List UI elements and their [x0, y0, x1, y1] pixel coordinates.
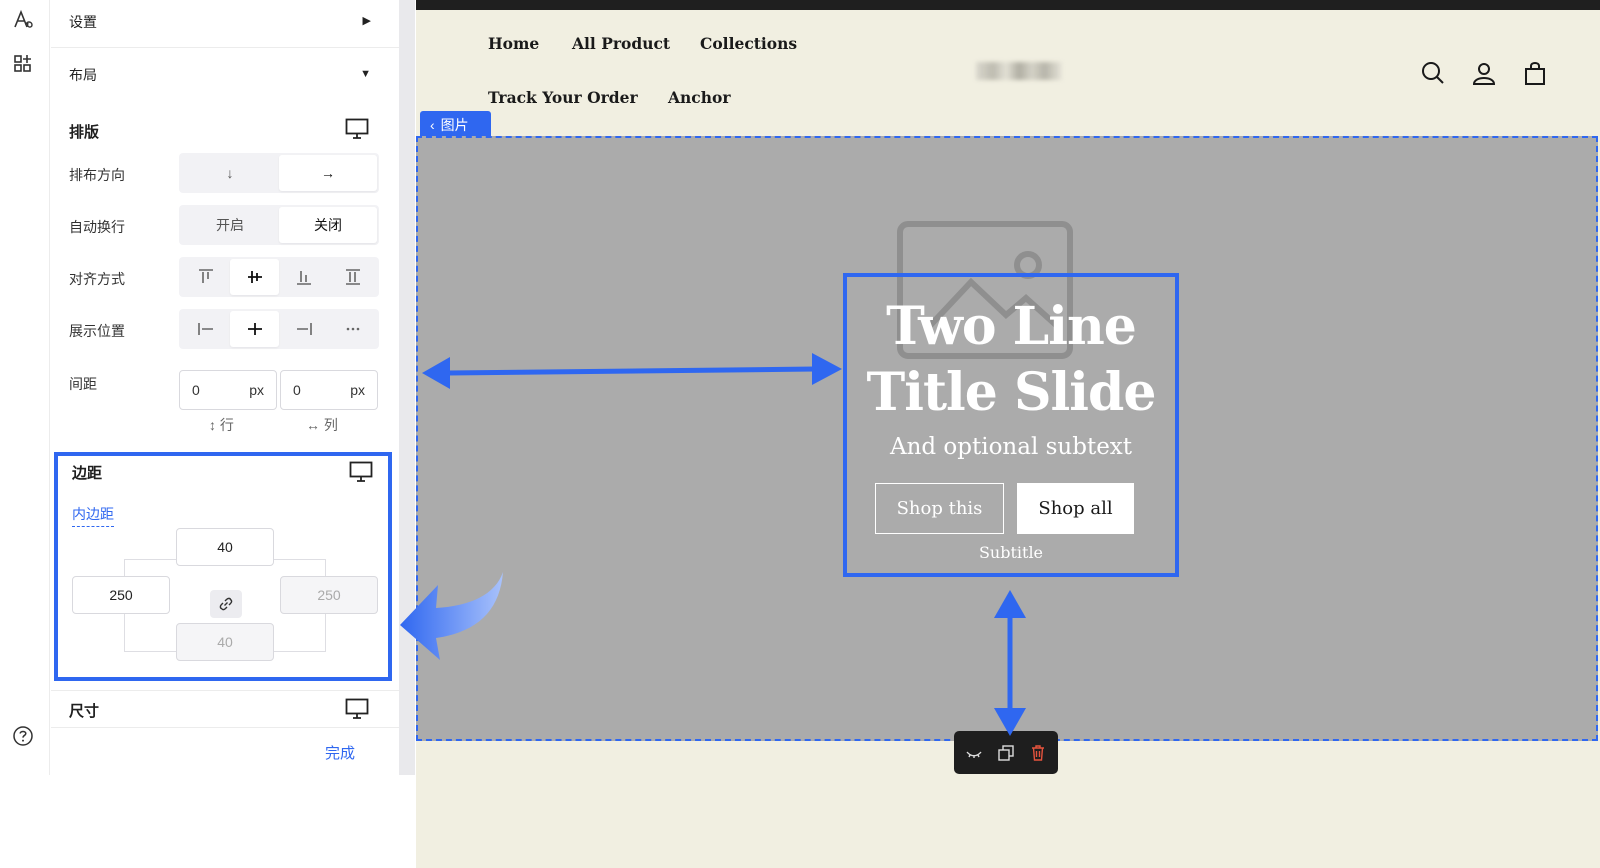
slide-title-line1: Two Line [886, 296, 1137, 357]
margin-section: 边距 内边距 40 250 250 40 [54, 452, 392, 681]
settings-panel: 设置 ▶ 布局 ▼ 排版 排布方向 ↓ → 自动换行 开启 关闭 对齐方式 展示… [51, 0, 399, 775]
align-stretch-icon[interactable] [328, 259, 377, 295]
desktop-icon[interactable] [345, 118, 369, 140]
slide-title: Two Line Title Slide [839, 294, 1183, 426]
gap-label: 间距 [69, 376, 97, 392]
nav-all-product[interactable]: All Product [572, 34, 670, 53]
wrap-toggle: 开启 关闭 [179, 205, 379, 245]
desktop-icon[interactable] [349, 461, 373, 483]
size-title: 尺寸 [69, 703, 100, 720]
nav-collections[interactable]: Collections [700, 34, 797, 53]
add-section-icon[interactable] [11, 52, 35, 76]
direction-horizontal-option[interactable]: → [279, 155, 377, 191]
wrap-label: 自动换行 [69, 219, 125, 235]
horizontal-arrow-icon: ↔ [306, 417, 324, 433]
wrap-on-option[interactable]: 开启 [181, 207, 279, 243]
block-toolbar [954, 731, 1058, 774]
divider [51, 690, 399, 691]
divider [51, 47, 399, 48]
slide-caption: Subtitle [978, 543, 1044, 562]
text-style-icon[interactable] [11, 8, 35, 32]
done-button[interactable]: 完成 [325, 742, 355, 763]
column-gap-caption: ↔ 列 [306, 415, 338, 435]
nav-track-order[interactable]: Track Your Order [488, 88, 638, 107]
column-gap-unit: px [350, 382, 365, 398]
delete-icon[interactable] [1029, 744, 1047, 762]
hide-icon[interactable] [965, 744, 983, 762]
position-start-icon[interactable] [181, 311, 230, 347]
row-gap-value: 0 [192, 382, 200, 398]
position-more-icon[interactable] [328, 311, 377, 347]
layout-row-label[interactable]: 布局 [69, 65, 97, 85]
row-gap-input[interactable]: 0 px [179, 370, 277, 410]
row-gap-caption-text: 行 [219, 417, 234, 433]
column-gap-value: 0 [293, 382, 301, 398]
chevron-right-icon[interactable]: ▶ [363, 14, 371, 27]
typesetting-title: 排版 [69, 124, 100, 141]
row-gap-unit: px [249, 382, 264, 398]
slide-title-line2: Title Slide [866, 362, 1157, 423]
icon-rail [0, 0, 50, 775]
row-gap-caption: ↕ 行 [209, 415, 234, 435]
margin-title: 边距 [72, 465, 103, 482]
chevron-down-icon[interactable]: ▼ [360, 68, 371, 80]
align-center-icon[interactable] [230, 259, 279, 295]
panel-scrollbar[interactable] [399, 0, 415, 775]
settings-row-label[interactable]: 设置 [69, 12, 97, 32]
padding-right-input[interactable]: 250 [280, 576, 378, 614]
align-label: 对齐方式 [69, 271, 125, 287]
position-toggle [179, 309, 379, 349]
vertical-arrow-icon: ↕ [209, 417, 220, 433]
cart-icon[interactable] [1522, 60, 1548, 86]
image-block-tab[interactable]: ‹ 图片 [420, 111, 491, 138]
nav-anchor[interactable]: Anchor [668, 88, 731, 107]
padding-tab[interactable]: 内边距 [72, 504, 114, 527]
align-bottom-icon[interactable] [279, 259, 328, 295]
position-end-icon[interactable] [279, 311, 328, 347]
duplicate-icon[interactable] [997, 744, 1015, 762]
announcement-bar [416, 0, 1600, 10]
column-gap-input[interactable]: 0 px [280, 370, 378, 410]
shop-this-button[interactable]: Shop this [875, 483, 1004, 534]
shop-all-button[interactable]: Shop all [1017, 483, 1134, 534]
padding-left-input[interactable]: 250 [72, 576, 170, 614]
account-icon[interactable] [1471, 60, 1497, 86]
search-icon[interactable] [1420, 60, 1446, 86]
nav-home[interactable]: Home [488, 34, 539, 53]
align-top-icon[interactable] [181, 259, 230, 295]
direction-toggle: ↓ → [179, 153, 379, 193]
position-label: 展示位置 [69, 323, 125, 339]
slide-subtext: And optional subtext [889, 434, 1133, 460]
divider [51, 727, 399, 728]
image-block-label: 图片 [440, 116, 469, 133]
direction-label: 排布方向 [69, 167, 125, 183]
direction-vertical-option[interactable]: ↓ [181, 155, 279, 191]
desktop-icon[interactable] [345, 698, 369, 720]
store-preview: Home All Product Collections Track Your … [416, 0, 1600, 868]
column-gap-caption-text: 列 [323, 417, 338, 433]
align-toggle [179, 257, 379, 297]
store-logo[interactable] [976, 62, 1062, 80]
padding-top-input[interactable]: 40 [176, 528, 274, 566]
padding-bottom-input[interactable]: 40 [176, 623, 274, 661]
position-center-icon[interactable] [230, 311, 279, 347]
help-icon[interactable] [11, 724, 35, 748]
wrap-off-option[interactable]: 关闭 [279, 207, 377, 243]
link-icon[interactable] [210, 590, 242, 618]
chevron-left-icon: ‹ [430, 116, 435, 133]
